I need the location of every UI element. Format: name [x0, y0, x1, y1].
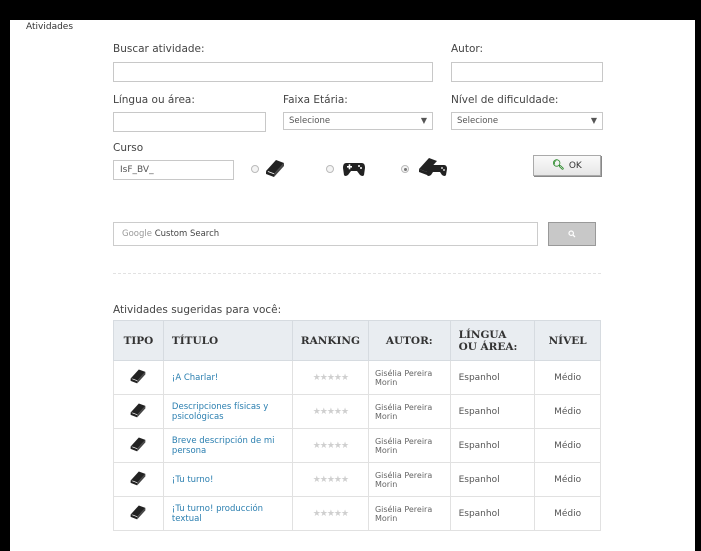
ok-button-label: OK [568, 160, 582, 171]
search-activity-input[interactable] [113, 62, 433, 82]
type-radio-both[interactable] [401, 165, 409, 173]
activity-title-link[interactable]: ¡Tu turno! producción textual [162, 496, 293, 531]
ranking-stars[interactable]: ★★★★★ [291, 360, 369, 395]
age-range-value: Selecione [289, 116, 331, 126]
custom-search-label: Custom Search [154, 229, 220, 239]
activity-title-link[interactable]: Descripciones físicas y psicológicas [162, 394, 293, 429]
table-row[interactable]: Breve descripción de mi persona ★★★★★ Gi… [113, 428, 601, 463]
book-icon [131, 369, 146, 384]
col-header-language: LÍNGUA OU ÁREA: [449, 320, 536, 361]
ranking-stars[interactable]: ★★★★★ [291, 394, 369, 429]
type-radio-book[interactable] [251, 165, 259, 173]
book-icon [131, 403, 146, 418]
language-cell: Espanhol [449, 428, 536, 463]
sidebar-item-atividades[interactable]: Atividades [26, 22, 73, 32]
book-icon [131, 437, 146, 452]
table-row[interactable]: ¡Tu turno! ★★★★★ Gisélia Pereira Morin E… [113, 462, 601, 497]
language-area-input[interactable] [113, 112, 266, 132]
type-cell [113, 428, 164, 463]
book-icon [131, 505, 146, 520]
col-header-type: TIPO [113, 320, 164, 361]
ranking-stars[interactable]: ★★★★★ [291, 462, 369, 497]
course-input[interactable] [113, 160, 234, 180]
table-row[interactable]: Descripciones físicas y psicológicas ★★★… [113, 394, 601, 429]
ranking-stars[interactable]: ★★★★★ [291, 496, 369, 531]
age-range-label: Faixa Etária: [283, 94, 348, 106]
level-cell: Médio [534, 462, 601, 497]
type-cell [113, 394, 164, 429]
col-header-title: TÍTULO [162, 320, 293, 361]
age-range-select[interactable]: Selecione ▼ [283, 112, 433, 130]
activity-title-link[interactable]: ¡A Charlar! [162, 360, 293, 395]
col-header-level: NÍVEL [534, 320, 601, 361]
type-cell [113, 496, 164, 531]
google-search-button[interactable] [548, 222, 596, 246]
type-radio-game[interactable] [326, 165, 334, 173]
book-icon [131, 471, 146, 486]
difficulty-select[interactable]: Selecione ▼ [451, 112, 603, 130]
level-cell: Médio [534, 360, 601, 395]
language-cell: Espanhol [449, 462, 536, 497]
table-row[interactable]: ¡Tu turno! producción textual ★★★★★ Gisé… [113, 496, 601, 531]
difficulty-value: Selecione [457, 116, 499, 126]
type-cell [113, 462, 164, 497]
search-icon [568, 230, 576, 238]
suggested-activities-table: TIPO TÍTULO RANKING AUTOR: LÍNGUA OU ÁRE… [113, 320, 601, 531]
gamepad-icon [343, 163, 365, 176]
difficulty-label: Nível de dificuldade: [451, 94, 559, 106]
google-brand-label: Google [122, 229, 152, 239]
col-header-author: AUTOR: [367, 320, 451, 361]
book-icon [266, 160, 284, 177]
chevron-down-icon: ▼ [590, 116, 597, 125]
author-cell: Gisélia Pereira Morin [367, 428, 451, 463]
section-divider [113, 273, 601, 274]
language-cell: Espanhol [449, 496, 536, 531]
google-custom-search-input[interactable]: Google Custom Search [113, 222, 538, 246]
level-cell: Médio [534, 394, 601, 429]
search-activity-label: Buscar atividade: [113, 43, 205, 55]
language-cell: Espanhol [449, 360, 536, 395]
suggested-activities-title: Atividades sugeridas para você: [113, 304, 282, 316]
course-label: Curso [113, 142, 144, 154]
author-cell: Gisélia Pereira Morin [367, 462, 451, 497]
author-cell: Gisélia Pereira Morin [367, 496, 451, 531]
activity-title-link[interactable]: ¡Tu turno! [162, 462, 293, 497]
type-cell [113, 360, 164, 395]
chevron-down-icon: ▼ [420, 116, 427, 125]
ok-button[interactable]: 🔍︎ OK [533, 155, 601, 176]
language-cell: Espanhol [449, 394, 536, 429]
col-header-ranking: RANKING [291, 320, 369, 361]
ranking-stars[interactable]: ★★★★★ [291, 428, 369, 463]
search-icon: 🔍︎ [552, 160, 565, 171]
table-row[interactable]: ¡A Charlar! ★★★★★ Gisélia Pereira Morin … [113, 360, 601, 395]
author-cell: Gisélia Pereira Morin [367, 394, 451, 429]
level-cell: Médio [534, 428, 601, 463]
book-gamepad-icon [419, 158, 447, 176]
author-input[interactable] [451, 62, 603, 82]
table-header-row: TIPO TÍTULO RANKING AUTOR: LÍNGUA OU ÁRE… [113, 320, 601, 361]
activity-title-link[interactable]: Breve descripción de mi persona [162, 428, 293, 463]
author-cell: Gisélia Pereira Morin [367, 360, 451, 395]
language-area-label: Língua ou área: [113, 94, 195, 106]
level-cell: Médio [534, 496, 601, 531]
author-label: Autor: [451, 43, 484, 55]
